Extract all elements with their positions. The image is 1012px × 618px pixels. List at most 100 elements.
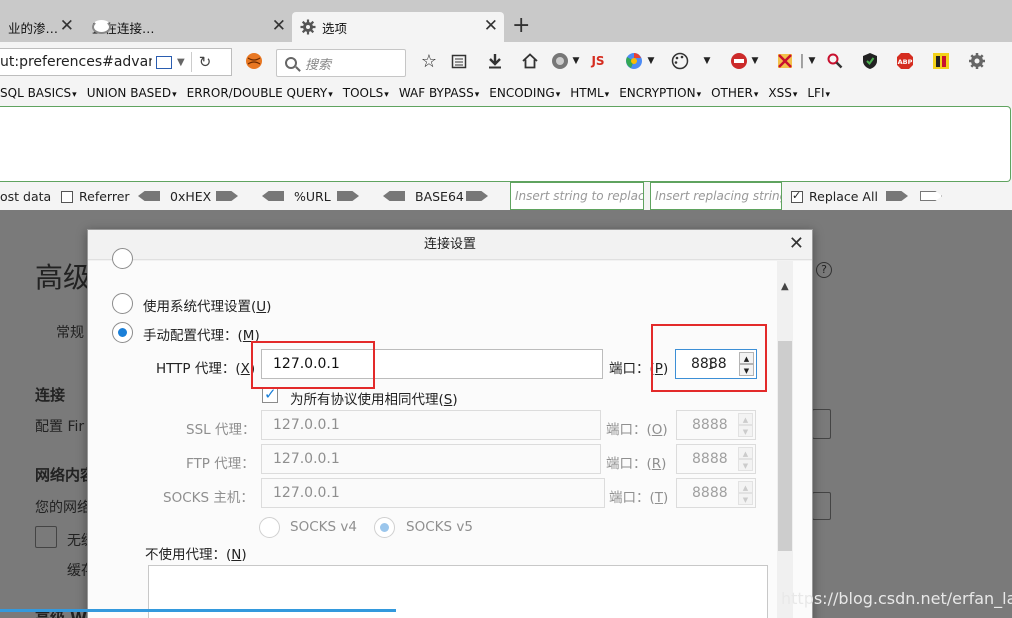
post-data-label[interactable]: ost data (0, 189, 51, 204)
extension-ball-icon[interactable] (245, 52, 263, 70)
no-proxy-radio[interactable] (112, 248, 133, 269)
socks-v4-label[interactable]: SOCKS v4 (290, 519, 357, 535)
socks-v5-label[interactable]: SOCKS v5 (406, 519, 473, 535)
page-load-progress (0, 609, 396, 612)
arrow-left-icon[interactable] (138, 191, 160, 201)
chevron-down-icon[interactable]: ▼ (567, 52, 585, 70)
search-input[interactable]: 搜索 (276, 49, 406, 77)
menu-error-double-query[interactable]: ERROR/DOUBLE QUERY (187, 86, 333, 100)
bookmark-star-icon[interactable]: ☆ (420, 51, 438, 72)
library-icon[interactable] (450, 52, 468, 70)
arrow-right-icon[interactable] (466, 191, 488, 201)
stepper-down-icon[interactable]: ▼ (738, 459, 753, 471)
ssl-port-stepper[interactable]: 8888 ▲ ▼ (676, 410, 756, 440)
override-cache-checkbox[interactable] (35, 526, 57, 548)
help-icon[interactable]: ? (816, 262, 832, 278)
stepper-up-icon[interactable]: ▲ (738, 413, 753, 425)
reload-icon[interactable]: ↻ (199, 53, 212, 71)
reader-view-icon[interactable] (156, 55, 172, 69)
ftp-port-value: 8888 (692, 451, 728, 467)
replace-all-checkbox[interactable] (791, 189, 803, 203)
url-bar[interactable]: ut:preferences#advance ▼ ↻ (0, 48, 232, 76)
tab-previous[interactable]: 业的渗… ✕ (0, 12, 80, 42)
chevron-down-icon[interactable]: ▼ (803, 52, 821, 70)
url-text[interactable]: ut:preferences#advance (0, 54, 152, 70)
chevron-down-icon[interactable]: ▼ (642, 52, 660, 70)
ftp-proxy-input[interactable]: 127.0.0.1 (261, 444, 601, 474)
dialog-body: 使用系统代理设置(U) 手动配置代理：(M) HTTP 代理：(X) 127.0… (88, 248, 812, 618)
manual-proxy-label[interactable]: 手动配置代理：(M) (143, 324, 260, 344)
close-icon[interactable]: ✕ (789, 235, 804, 253)
system-proxy-radio[interactable] (112, 293, 133, 314)
home-icon[interactable] (521, 52, 539, 70)
menu-union-based[interactable]: UNION BASED (87, 86, 177, 100)
chevron-down-icon[interactable]: ▼ (177, 57, 185, 68)
socks-v5-radio[interactable] (374, 517, 395, 538)
ftp-port-accesskey: R (651, 456, 662, 472)
stepper-down-icon[interactable]: ▼ (738, 425, 753, 437)
socks-port-stepper[interactable]: 8888 ▲ ▼ (676, 478, 756, 508)
menu-html[interactable]: HTML (570, 86, 609, 100)
arrow-left-icon[interactable] (262, 191, 284, 201)
search-placeholder: 搜索 (305, 57, 332, 73)
menu-encoding[interactable]: ENCODING (489, 86, 560, 100)
close-icon[interactable]: ✕ (484, 18, 498, 35)
stepper-down-icon[interactable]: ▼ (738, 493, 753, 505)
ssl-port-accesskey: O (651, 422, 663, 438)
download-icon[interactable] (486, 52, 504, 70)
menu-tools[interactable]: TOOLS (343, 86, 389, 100)
ftp-proxy-label: FTP 代理： (186, 456, 255, 472)
chevron-down-icon[interactable]: ▼ (698, 52, 716, 70)
clear-now-button[interactable] (812, 492, 831, 520)
http-proxy-text: HTTP 代理： (156, 361, 236, 377)
ftp-port-stepper[interactable]: 8888 ▲ ▼ (676, 444, 756, 474)
hackbar-url-textarea[interactable] (0, 106, 1011, 182)
tab-connecting[interactable]: 正在连接… ✕ (84, 12, 292, 42)
palette-icon[interactable] (671, 52, 689, 70)
close-icon[interactable]: ✕ (60, 18, 74, 35)
tab-general[interactable]: 常规 (56, 322, 84, 342)
stepper-up-icon[interactable]: ▲ (738, 447, 753, 459)
stepper-up-icon[interactable]: ▲ (738, 481, 753, 493)
scrollbar-thumb[interactable] (778, 341, 792, 551)
menu-waf-bypass[interactable]: WAF BYPASS (399, 86, 479, 100)
scroll-up-icon[interactable]: ▲ (781, 281, 789, 292)
replace-string-input[interactable]: Insert string to replace (510, 182, 644, 210)
menu-lfi[interactable]: LFI (807, 86, 830, 100)
same-proxy-label[interactable]: 为所有协议使用相同代理(S) (290, 388, 458, 408)
arrow-left-icon[interactable] (383, 191, 405, 201)
extension-cross-icon[interactable] (776, 52, 794, 70)
ssl-proxy-input[interactable]: 127.0.0.1 (261, 410, 601, 440)
replace-all-option[interactable]: Replace All (791, 189, 878, 204)
chevron-down-icon[interactable]: ▼ (746, 52, 764, 70)
arrow-right-icon[interactable] (886, 191, 908, 201)
menu-other[interactable]: OTHER (711, 86, 758, 100)
tab-options[interactable]: 选项 ✕ (292, 12, 504, 42)
arrow-right-icon[interactable] (337, 191, 359, 201)
socks-v4-radio[interactable] (259, 517, 280, 538)
socks-host-input[interactable]: 127.0.0.1 (261, 478, 605, 508)
js-extension-icon[interactable]: JS (589, 52, 607, 70)
new-tab-icon[interactable]: + (512, 15, 530, 37)
menu-sql-basics[interactable]: SQL BASICS (0, 86, 77, 100)
magnifier-extension-icon[interactable] (826, 52, 844, 70)
replacing-string-input[interactable]: Insert replacing string (650, 182, 782, 210)
referrer-option[interactable]: Referrer (61, 189, 130, 204)
menu-xss[interactable]: XSS (768, 86, 797, 100)
shield-icon[interactable] (861, 52, 879, 70)
extension-yellow-icon[interactable] (932, 52, 950, 70)
arrow-right-icon[interactable] (920, 191, 942, 201)
referrer-checkbox[interactable] (61, 191, 73, 203)
arrow-right-icon[interactable] (216, 191, 238, 201)
adblock-icon[interactable]: ABP (896, 52, 914, 70)
same-proxy-accesskey: S (443, 392, 453, 408)
same-proxy-checkbox[interactable] (262, 385, 278, 403)
manual-proxy-radio[interactable] (112, 322, 133, 343)
navigation-bar: ut:preferences#advance ▼ ↻ 搜索 ☆ ▼ JS ▼ ▼… (0, 42, 1012, 82)
menu-encryption[interactable]: ENCRYPTION (619, 86, 701, 100)
gear-icon[interactable] (968, 52, 986, 70)
close-icon[interactable]: ✕ (272, 18, 286, 35)
system-proxy-label[interactable]: 使用系统代理设置(U) (143, 295, 271, 315)
extension-chrome-icon[interactable] (625, 52, 643, 70)
settings-button[interactable] (812, 409, 831, 439)
